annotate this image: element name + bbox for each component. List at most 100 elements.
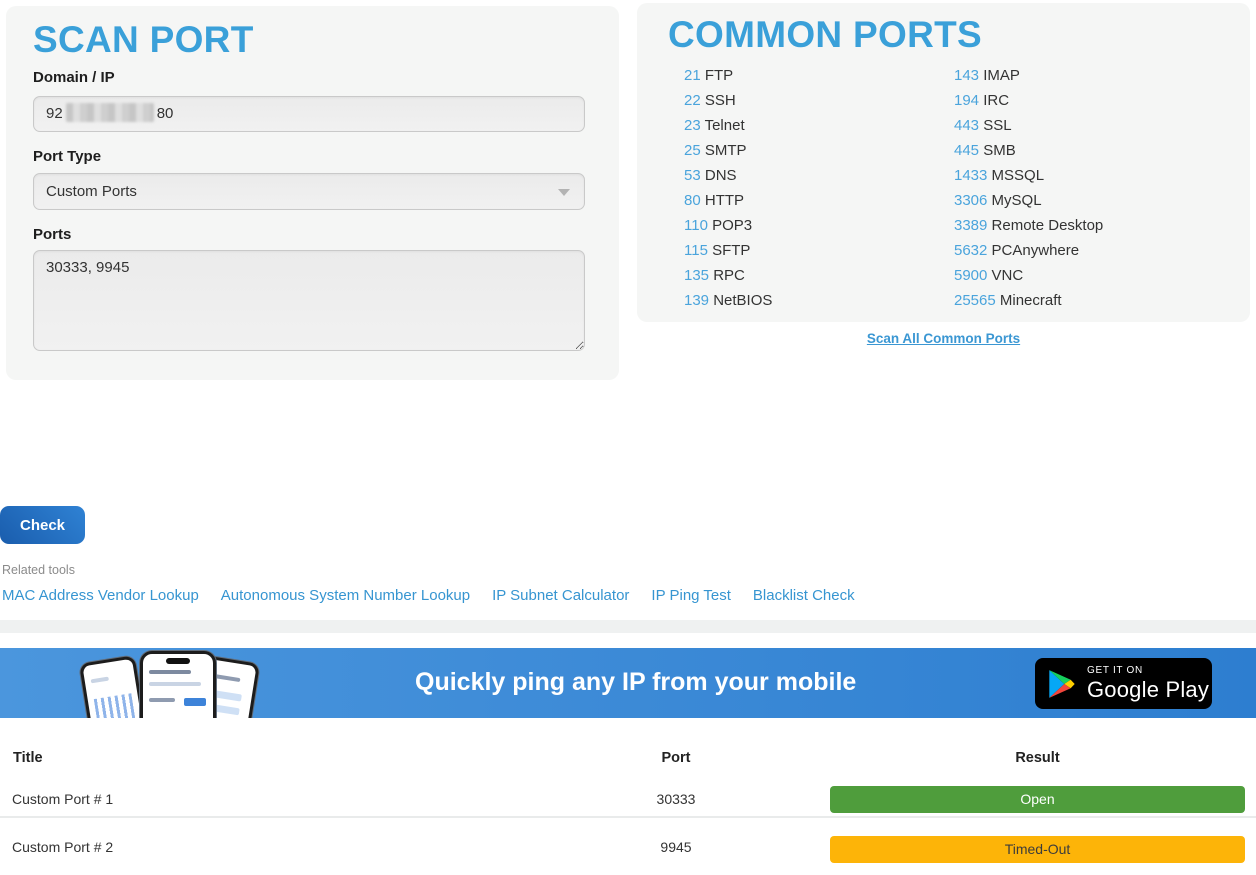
port-number-link[interactable]: 115 bbox=[684, 242, 708, 259]
port-number-link[interactable]: 80 bbox=[684, 192, 701, 209]
common-ports-title: COMMON PORTS bbox=[668, 13, 982, 57]
common-port-item: 1433 MSSQL bbox=[954, 163, 1103, 188]
port-name: PCAnywhere bbox=[992, 242, 1080, 259]
ports-textarea[interactable]: 30333, 9945 bbox=[33, 250, 585, 351]
port-number-link[interactable]: 135 bbox=[684, 267, 709, 284]
common-port-item: 5632 PCAnywhere bbox=[954, 238, 1103, 263]
related-link-ip-subnet-calculator[interactable]: IP Subnet Calculator bbox=[492, 587, 629, 604]
common-port-item: 143 IMAP bbox=[954, 63, 1103, 88]
port-number-link[interactable]: 25565 bbox=[954, 292, 996, 309]
port-name: VNC bbox=[992, 267, 1024, 284]
common-port-item: 25 SMTP bbox=[684, 138, 772, 163]
port-name: DNS bbox=[705, 167, 737, 184]
result-row-port: 9945 bbox=[576, 839, 776, 855]
port-number-link[interactable]: 23 bbox=[684, 117, 701, 134]
banner-headline: Quickly ping any IP from your mobile bbox=[415, 668, 856, 697]
port-number-link[interactable]: 3306 bbox=[954, 192, 987, 209]
column-header-title: Title bbox=[13, 750, 43, 766]
port-name: HTTP bbox=[705, 192, 744, 209]
port-name: Telnet bbox=[705, 117, 745, 134]
port-number-link[interactable]: 445 bbox=[954, 142, 979, 159]
check-button[interactable]: Check bbox=[0, 506, 85, 544]
ports-label: Ports bbox=[33, 226, 71, 243]
common-port-item: 139 NetBIOS bbox=[684, 288, 772, 313]
scan-all-common-ports-link[interactable]: Scan All Common Ports bbox=[637, 331, 1250, 346]
scan-port-title: SCAN PORT bbox=[33, 18, 254, 62]
phone-notch bbox=[166, 658, 190, 664]
port-number-link[interactable]: 443 bbox=[954, 117, 979, 134]
port-name: IMAP bbox=[983, 67, 1020, 84]
port-name: RPC bbox=[713, 267, 745, 284]
port-number-link[interactable]: 5632 bbox=[954, 242, 987, 259]
common-port-item: 23 Telnet bbox=[684, 113, 772, 138]
port-number-link[interactable]: 1433 bbox=[954, 167, 987, 184]
common-port-item: 5900 VNC bbox=[954, 263, 1103, 288]
common-ports-panel: COMMON PORTS 21 FTP 22 SSH 23 Telnet 25 … bbox=[637, 3, 1250, 322]
port-name: IRC bbox=[983, 92, 1009, 109]
google-play-badge[interactable]: GET IT ON Google Play bbox=[1035, 658, 1212, 709]
domain-ip-label: Domain / IP bbox=[33, 69, 115, 86]
related-link-autonomous-system-number-lookup[interactable]: Autonomous System Number Lookup bbox=[221, 587, 470, 604]
related-link-mac-address-vendor-lookup[interactable]: MAC Address Vendor Lookup bbox=[2, 587, 199, 604]
common-port-item: 115 SFTP bbox=[684, 238, 772, 263]
port-name: SMB bbox=[983, 142, 1016, 159]
port-type-label: Port Type bbox=[33, 148, 101, 165]
port-number-link[interactable]: 110 bbox=[684, 217, 708, 234]
common-ports-column-2: 143 IMAP 194 IRC 443 SSL 445 SMB 1433 MS… bbox=[954, 63, 1103, 313]
section-divider-strip bbox=[0, 620, 1256, 633]
port-name: NetBIOS bbox=[713, 292, 772, 309]
common-port-item: 110 POP3 bbox=[684, 213, 772, 238]
phone-chart-bars bbox=[94, 693, 137, 718]
phones-illustration bbox=[85, 650, 255, 718]
port-number-link[interactable]: 143 bbox=[954, 67, 979, 84]
phone-ui-line bbox=[149, 682, 201, 686]
port-number-link[interactable]: 194 bbox=[954, 92, 979, 109]
phone-ui-button bbox=[184, 698, 206, 706]
scan-port-panel: SCAN PORT Domain / IP 9280 Port Type Cus… bbox=[6, 6, 619, 380]
port-number-link[interactable]: 5900 bbox=[954, 267, 987, 284]
common-ports-column-1: 21 FTP 22 SSH 23 Telnet 25 SMTP 53 DNS 8… bbox=[684, 63, 772, 313]
phone-ui-line bbox=[149, 698, 175, 702]
common-port-item: 3306 MySQL bbox=[954, 188, 1103, 213]
port-number-link[interactable]: 3389 bbox=[954, 217, 987, 234]
row-divider bbox=[0, 816, 1256, 818]
mobile-app-banner: Quickly ping any IP from your mobile GET… bbox=[0, 648, 1256, 718]
port-name: POP3 bbox=[712, 217, 752, 234]
port-number-link[interactable]: 22 bbox=[684, 92, 701, 109]
google-play-small-text: GET IT ON bbox=[1087, 665, 1209, 677]
phone-center bbox=[140, 651, 216, 718]
port-name: SFTP bbox=[712, 242, 750, 259]
port-type-selected-value: Custom Ports bbox=[46, 183, 137, 200]
port-name: SMTP bbox=[705, 142, 747, 159]
port-number-link[interactable]: 139 bbox=[684, 292, 709, 309]
port-type-select[interactable]: Custom Ports bbox=[33, 173, 585, 210]
google-play-icon bbox=[1047, 668, 1077, 700]
common-port-item: 443 SSL bbox=[954, 113, 1103, 138]
port-name: MySQL bbox=[992, 192, 1042, 209]
status-badge-open: Open bbox=[830, 786, 1245, 813]
related-tools-label: Related tools bbox=[2, 563, 75, 577]
common-port-item: 21 FTP bbox=[684, 63, 772, 88]
phone-ui-line bbox=[149, 670, 191, 674]
common-port-item: 445 SMB bbox=[954, 138, 1103, 163]
domain-ip-value-suffix: 80 bbox=[157, 105, 174, 122]
domain-ip-input[interactable]: 9280 bbox=[33, 96, 585, 132]
port-name: MSSQL bbox=[992, 167, 1045, 184]
redacted-ip-blur bbox=[66, 103, 154, 122]
common-port-item: 53 DNS bbox=[684, 163, 772, 188]
column-header-result: Result bbox=[830, 750, 1245, 766]
common-port-item: 25565 Minecraft bbox=[954, 288, 1103, 313]
related-link-blacklist-check[interactable]: Blacklist Check bbox=[753, 587, 855, 604]
common-port-item: 194 IRC bbox=[954, 88, 1103, 113]
port-scanner-page: SCAN PORT Domain / IP 9280 Port Type Cus… bbox=[0, 0, 1256, 875]
chevron-down-icon bbox=[558, 189, 570, 196]
port-number-link[interactable]: 53 bbox=[684, 167, 701, 184]
related-tools-nav: MAC Address Vendor Lookup Autonomous Sys… bbox=[2, 587, 855, 604]
port-name: Remote Desktop bbox=[992, 217, 1104, 234]
google-play-badge-text: GET IT ON Google Play bbox=[1087, 665, 1209, 702]
related-link-ip-ping-test[interactable]: IP Ping Test bbox=[651, 587, 731, 604]
google-play-large-text: Google Play bbox=[1087, 677, 1209, 702]
column-header-port: Port bbox=[576, 750, 776, 766]
port-number-link[interactable]: 21 bbox=[684, 67, 701, 84]
port-number-link[interactable]: 25 bbox=[684, 142, 701, 159]
